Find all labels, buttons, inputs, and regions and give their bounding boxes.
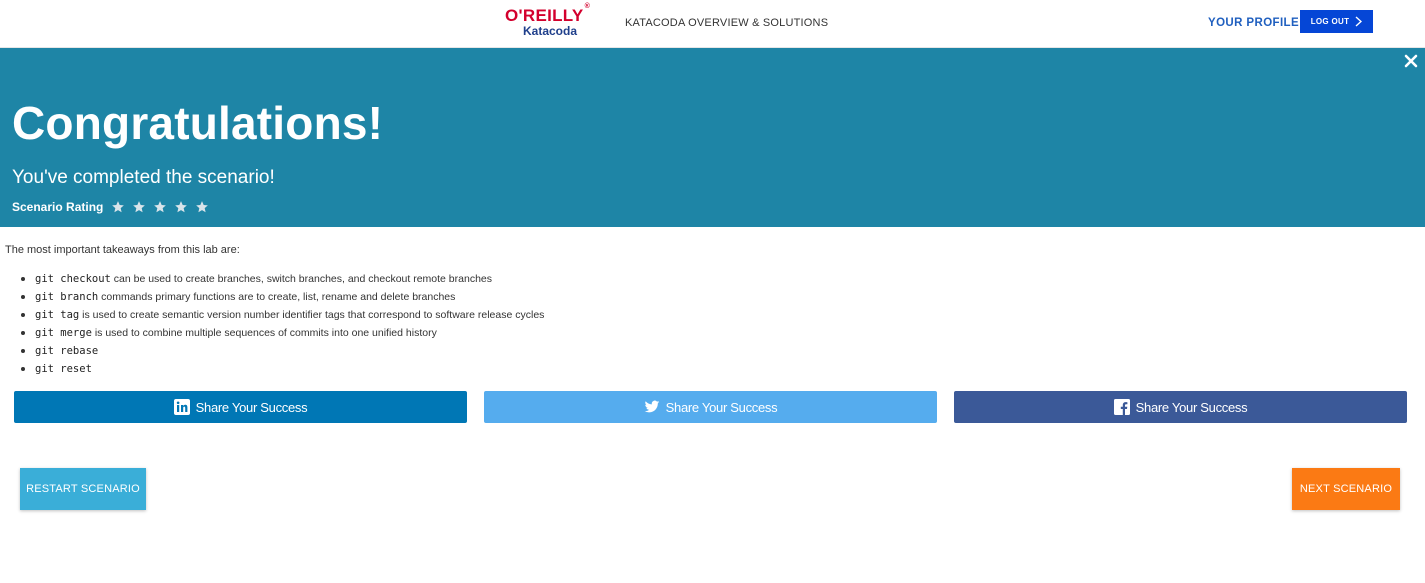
list-item: git tag is used to create semantic versi…	[21, 308, 544, 326]
takeaways-list: git checkout can be used to create branc…	[21, 272, 544, 380]
rating-label: Scenario Rating	[12, 200, 104, 214]
congratulations-banner: Congratulations! You've completed the sc…	[0, 48, 1425, 227]
star-icon[interactable]	[111, 200, 125, 214]
share-linkedin-button[interactable]: Share Your Success	[14, 391, 467, 423]
share-facebook-label: Share Your Success	[1135, 399, 1248, 415]
banner-title: Congratulations!	[12, 97, 384, 149]
logo-product: Katacoda	[523, 24, 578, 38]
star-icon[interactable]	[195, 200, 209, 214]
list-item: git merge is used to combine multiple se…	[21, 326, 544, 344]
item-text: commands primary functions are to create…	[98, 291, 456, 303]
nav-profile-link[interactable]: YOUR PROFILE	[1208, 17, 1299, 29]
list-item: git checkout can be used to create branc…	[21, 272, 544, 290]
list-item: git rebase	[21, 344, 544, 362]
chevron-right-icon	[1355, 16, 1363, 27]
takeaways-intro: The most important takeaways from this l…	[5, 244, 240, 256]
top-navigation: O'REILLY® Katacoda KATACODA OVERVIEW & S…	[0, 0, 1425, 48]
close-icon[interactable]	[1404, 54, 1418, 68]
restart-scenario-button[interactable]: RESTART SCENARIO	[20, 468, 146, 510]
item-text: is used to create semantic version numbe…	[79, 309, 545, 321]
star-icon[interactable]	[132, 200, 146, 214]
star-icon[interactable]	[153, 200, 167, 214]
banner-subtitle: You've completed the scenario!	[12, 167, 275, 188]
share-twitter-label: Share Your Success	[665, 399, 778, 415]
linkedin-icon	[173, 399, 190, 415]
item-text: is used to combine multiple sequences of…	[91, 327, 437, 339]
command-code: git rebase	[35, 345, 99, 357]
command-code: git merge	[35, 327, 92, 339]
share-linkedin-label: Share Your Success	[195, 399, 308, 415]
logo-brand: O'REILLY®	[505, 3, 591, 25]
list-item: git reset	[21, 362, 544, 380]
logout-button[interactable]: LOG OUT	[1300, 10, 1373, 33]
facebook-icon	[1113, 399, 1130, 415]
command-code: git branch	[35, 291, 99, 303]
next-scenario-button[interactable]: NEXT SCENARIO	[1292, 468, 1400, 510]
command-code: git tag	[35, 309, 80, 321]
item-text: can be used to create branches, switch b…	[110, 273, 492, 285]
twitter-icon	[644, 400, 659, 413]
command-code: git checkout	[35, 273, 111, 285]
nav-overview-link[interactable]: KATACODA OVERVIEW & SOLUTIONS	[625, 17, 828, 29]
list-item: git branch commands primary functions ar…	[21, 290, 544, 308]
oreilly-katacoda-logo[interactable]: O'REILLY® Katacoda	[505, 3, 591, 40]
share-facebook-button[interactable]: Share Your Success	[954, 391, 1407, 423]
logout-label: LOG OUT	[1310, 17, 1350, 26]
share-twitter-button[interactable]: Share Your Success	[484, 391, 937, 423]
scenario-rating: Scenario Rating	[12, 198, 216, 216]
star-icon[interactable]	[174, 200, 188, 214]
command-code: git reset	[35, 363, 92, 375]
